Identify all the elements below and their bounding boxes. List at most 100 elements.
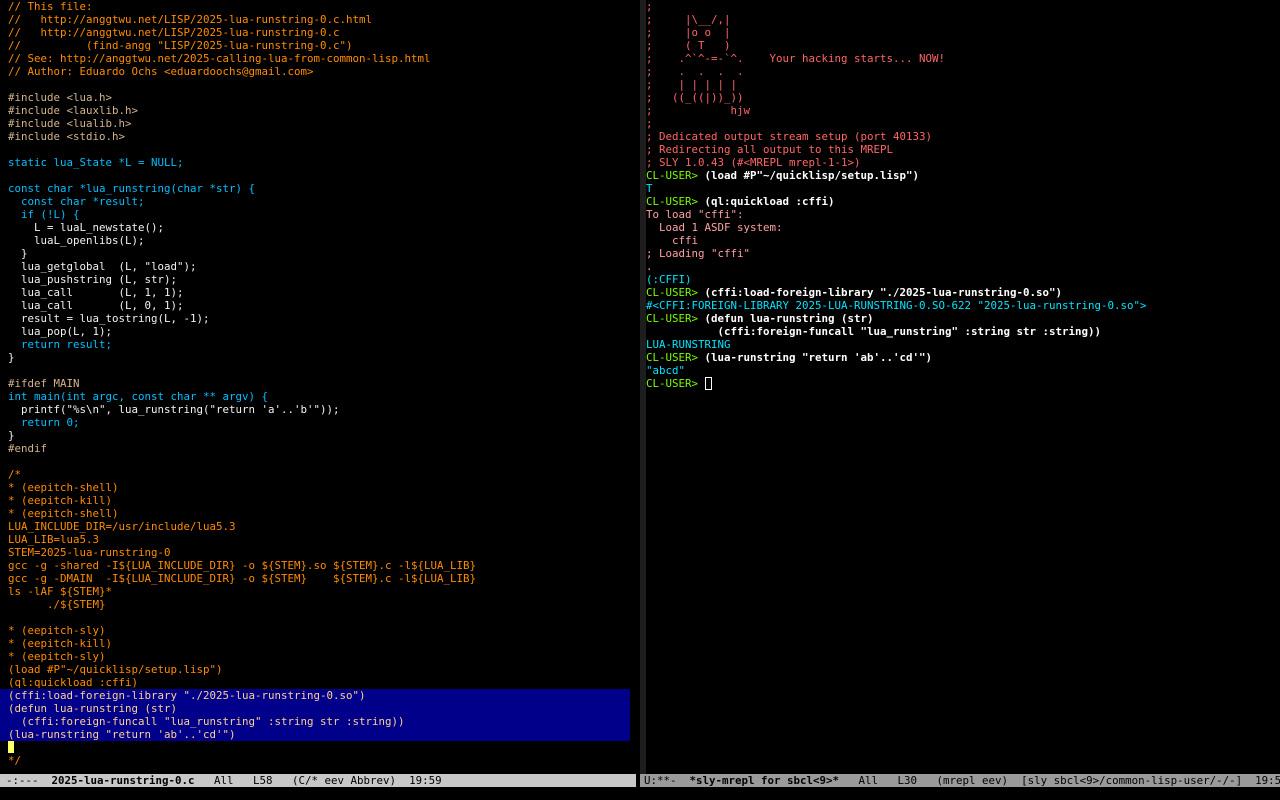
- code-line[interactable]: * (eepitch-kill): [8, 637, 636, 650]
- modeline-buffer-name[interactable]: 2025-lua-runstring-0.c: [52, 774, 195, 787]
- repl-output-line[interactable]: ; ( T ): [646, 39, 1280, 52]
- code-line[interactable]: lua_pushstring (L, str);: [8, 273, 636, 286]
- code-line[interactable]: }: [8, 429, 636, 442]
- code-line[interactable]: * (eepitch-sly): [8, 624, 636, 637]
- code-line[interactable]: #include <lauxlib.h>: [8, 104, 636, 117]
- repl-transcript[interactable]: ;; |\__/,|; |o o |; ( T ); .^`^-=-`^. Yo…: [646, 0, 1280, 390]
- code-line[interactable]: if (!L) {: [8, 208, 636, 221]
- code-line[interactable]: [8, 78, 636, 91]
- code-line[interactable]: */: [8, 754, 636, 767]
- code-line[interactable]: * (eepitch-shell): [8, 507, 636, 520]
- code-line[interactable]: * (eepitch-shell): [8, 481, 636, 494]
- repl-output-line[interactable]: ; ((_((|))_)): [646, 91, 1280, 104]
- editor-pane-c-source[interactable]: // This file:// http://anggtwu.net/LISP/…: [0, 0, 636, 774]
- code-line[interactable]: #include <lua.h>: [8, 91, 636, 104]
- code-line[interactable]: [8, 611, 636, 624]
- code-line[interactable]: lua_getglobal (L, "load");: [8, 260, 636, 273]
- code-line[interactable]: #include <stdio.h>: [8, 130, 636, 143]
- repl-output-line[interactable]: ; . . . .: [646, 65, 1280, 78]
- code-line[interactable]: // See: http://anggtwu.net/2025-calling-…: [8, 52, 636, 65]
- repl-output-line[interactable]: ; SLY 1.0.43 (#<MREPL mrepl-1-1>): [646, 156, 1280, 169]
- code-line[interactable]: // http://anggtwu.net/LISP/2025-lua-runs…: [8, 13, 636, 26]
- code-line[interactable]: lua_call (L, 1, 1);: [8, 286, 636, 299]
- repl-output-line[interactable]: ; hjw: [646, 104, 1280, 117]
- repl-output-line[interactable]: ; Redirecting all output to this MREPL: [646, 143, 1280, 156]
- modeline-c-buffer[interactable]: -:--- 2025-lua-runstring-0.c All L58 (C/…: [0, 774, 636, 787]
- code-line[interactable]: printf("%s\n", lua_runstring("return 'a'…: [8, 403, 636, 416]
- repl-output-line[interactable]: ; Dedicated output stream setup (port 40…: [646, 130, 1280, 143]
- code-line[interactable]: #endif: [8, 442, 636, 455]
- repl-output-line[interactable]: ; Loading "cffi": [646, 247, 1280, 260]
- highlighted-code-line[interactable]: (defun lua-runstring (str): [0, 702, 630, 715]
- repl-output-line[interactable]: #<CFFI:FOREIGN-LIBRARY 2025-LUA-RUNSTRIN…: [646, 299, 1280, 312]
- code-line[interactable]: result = lua_tostring(L, -1);: [8, 312, 636, 325]
- repl-input-line[interactable]: CL-USER> (cffi:load-foreign-library "./2…: [646, 286, 1280, 299]
- code-line[interactable]: const char *lua_runstring(char *str) {: [8, 182, 636, 195]
- modeline-mrepl-buffer[interactable]: U:**- *sly-mrepl for sbcl<9>* All L30 (m…: [640, 774, 1280, 787]
- modeline-modes[interactable]: (mrepl eev): [937, 774, 1009, 787]
- repl-output-line[interactable]: ; |o o |: [646, 26, 1280, 39]
- modeline-sly-connection[interactable]: [sly sbcl<9>/common-lisp-user/-/-]: [1008, 774, 1242, 787]
- repl-output-line[interactable]: .: [646, 260, 1280, 273]
- repl-output-line[interactable]: cffi: [646, 234, 1280, 247]
- c-source-code[interactable]: // This file:// http://anggtwu.net/LISP/…: [0, 0, 636, 767]
- repl-input-line[interactable]: CL-USER> (lua-runstring "return 'ab'..'c…: [646, 351, 1280, 364]
- repl-output-line[interactable]: To load "cffi":: [646, 208, 1280, 221]
- code-line[interactable]: static lua_State *L = NULL;: [8, 156, 636, 169]
- code-line[interactable]: * (eepitch-kill): [8, 494, 636, 507]
- modeline-buffer-name[interactable]: *sly-mrepl for sbcl<9>*: [690, 774, 840, 787]
- code-line[interactable]: (load #P"~/quicklisp/setup.lisp"): [8, 663, 636, 676]
- code-line[interactable]: #include <lualib.h>: [8, 117, 636, 130]
- code-line[interactable]: gcc -g -DMAIN -I${LUA_INCLUDE_DIR} -o ${…: [8, 572, 636, 585]
- repl-output-line[interactable]: (:CFFI): [646, 273, 1280, 286]
- repl-output-line[interactable]: ; |\__/,|: [646, 13, 1280, 26]
- code-line[interactable]: }: [8, 351, 636, 364]
- repl-input-line[interactable]: CL-USER>: [646, 377, 1280, 390]
- repl-output-line[interactable]: (cffi:foreign-funcall "lua_runstring" :s…: [646, 325, 1280, 338]
- code-line[interactable]: return 0;: [8, 416, 636, 429]
- code-line[interactable]: const char *result;: [8, 195, 636, 208]
- code-line[interactable]: /*: [8, 468, 636, 481]
- code-line[interactable]: // (find-angg "LISP/2025-lua-runstring-0…: [8, 39, 636, 52]
- code-line[interactable]: LUA_INCLUDE_DIR=/usr/include/lua5.3: [8, 520, 636, 533]
- code-line[interactable]: STEM=2025-lua-runstring-0: [8, 546, 636, 559]
- code-line[interactable]: gcc -g -shared -I${LUA_INCLUDE_DIR} -o $…: [8, 559, 636, 572]
- code-line[interactable]: [8, 364, 636, 377]
- code-line[interactable]: (ql:quickload :cffi): [8, 676, 636, 689]
- repl-input-line[interactable]: CL-USER> (ql:quickload :cffi): [646, 195, 1280, 208]
- code-line[interactable]: luaL_openlibs(L);: [8, 234, 636, 247]
- editor-pane-sly-mrepl[interactable]: ;; |\__/,|; |o o |; ( T ); .^`^-=-`^. Yo…: [646, 0, 1280, 774]
- code-line[interactable]: [8, 455, 636, 468]
- minibuffer[interactable]: [0, 787, 1280, 800]
- repl-output-line[interactable]: ;: [646, 117, 1280, 130]
- code-line[interactable]: * (eepitch-sly): [8, 650, 636, 663]
- code-line[interactable]: // This file:: [8, 0, 636, 13]
- code-line[interactable]: #ifdef MAIN: [8, 377, 636, 390]
- repl-input-line[interactable]: CL-USER> (defun lua-runstring (str): [646, 312, 1280, 325]
- code-line[interactable]: lua_pop(L, 1);: [8, 325, 636, 338]
- repl-output-line[interactable]: LUA-RUNSTRING: [646, 338, 1280, 351]
- repl-output-line[interactable]: ;: [646, 0, 1280, 13]
- repl-output-line[interactable]: ; | | | | |: [646, 78, 1280, 91]
- repl-output-line[interactable]: ; .^`^-=-`^. Your hacking starts... NOW!: [646, 52, 1280, 65]
- highlighted-code-line[interactable]: (cffi:foreign-funcall "lua_runstring" :s…: [0, 715, 630, 728]
- code-line[interactable]: // Author: Eduardo Ochs <eduardoochs@gma…: [8, 65, 636, 78]
- modeline-modes[interactable]: (C/* eev Abbrev): [292, 774, 396, 787]
- highlighted-code-line[interactable]: (lua-runstring "return 'ab'..'cd'"): [0, 728, 630, 741]
- code-line[interactable]: [8, 741, 636, 754]
- code-line[interactable]: ./${STEM}: [8, 598, 636, 611]
- repl-output-line[interactable]: "abcd": [646, 364, 1280, 377]
- repl-input-line[interactable]: CL-USER> (load #P"~/quicklisp/setup.lisp…: [646, 169, 1280, 182]
- code-line[interactable]: LUA_LIB=lua5.3: [8, 533, 636, 546]
- code-line[interactable]: [8, 143, 636, 156]
- repl-output-line[interactable]: Load 1 ASDF system:: [646, 221, 1280, 234]
- highlighted-code-line[interactable]: (cffi:load-foreign-library "./2025-lua-r…: [0, 689, 630, 702]
- repl-output-line[interactable]: T: [646, 182, 1280, 195]
- code-line[interactable]: // http://anggtwu.net/LISP/2025-lua-runs…: [8, 26, 636, 39]
- code-line[interactable]: int main(int argc, const char ** argv) {: [8, 390, 636, 403]
- code-line[interactable]: ls -lAF ${STEM}*: [8, 585, 636, 598]
- code-line[interactable]: L = luaL_newstate();: [8, 221, 636, 234]
- code-line[interactable]: lua_call (L, 0, 1);: [8, 299, 636, 312]
- code-line[interactable]: return result;: [8, 338, 636, 351]
- code-line[interactable]: [8, 169, 636, 182]
